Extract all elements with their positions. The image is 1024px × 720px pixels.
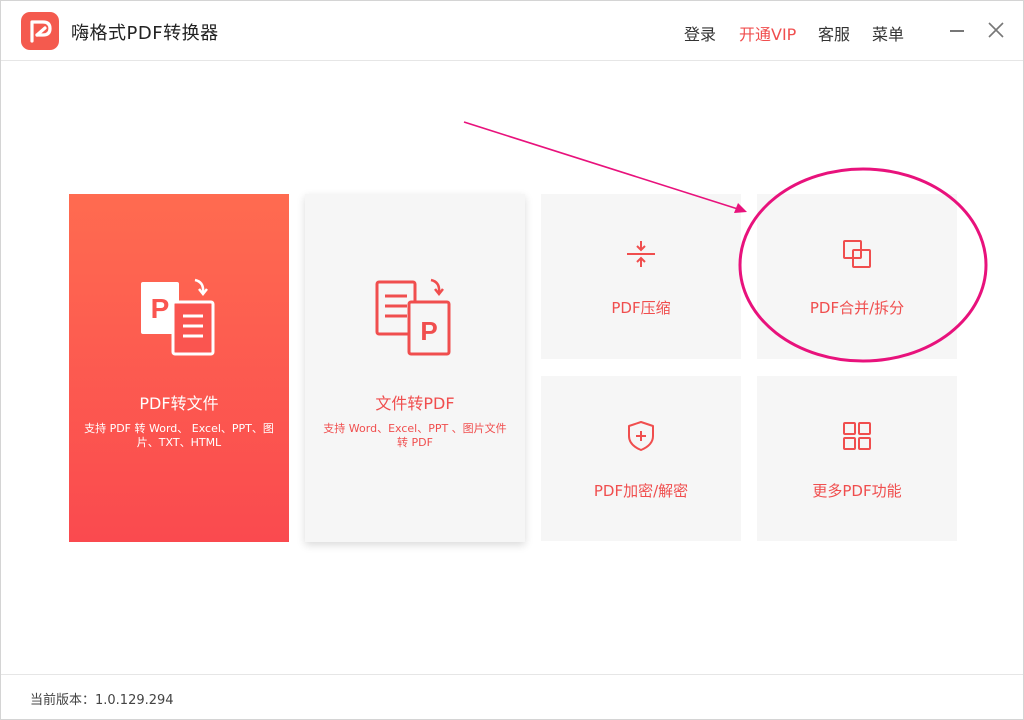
pdf-to-file-icon: P (137, 278, 221, 366)
compress-icon (625, 238, 657, 274)
menu-link[interactable]: 菜单 (872, 21, 904, 45)
pdf-to-file-card[interactable]: P PDF转文件 支持 PDF 转 Word、 Excel、PPT、图片、TXT… (69, 194, 289, 542)
file-to-pdf-icon: P (373, 278, 457, 366)
more-pdf-functions-card[interactable]: 更多PDF功能 (757, 376, 957, 541)
file-to-pdf-title: 文件转PDF (375, 394, 455, 413)
svg-text:P: P (420, 316, 437, 346)
footer: 当前版本：1.0.129.294 (1, 674, 1023, 720)
pdf-merge-split-card[interactable]: PDF合并/拆分 (757, 194, 957, 359)
minimize-icon[interactable] (950, 30, 964, 32)
pdf-encrypt-card[interactable]: PDF加密/解密 (541, 376, 741, 541)
merge-icon (841, 238, 873, 274)
more-pdf-functions-title: 更多PDF功能 (812, 482, 902, 500)
grid-icon (841, 420, 873, 456)
close-icon[interactable] (985, 19, 1007, 41)
pdf-compress-card[interactable]: PDF压缩 (541, 194, 741, 359)
app-title: 嗨格式PDF转换器 (71, 23, 219, 44)
svg-text:P: P (151, 293, 170, 324)
app-window: 嗨格式PDF转换器 登录 开通VIP 客服 菜单 P PDF转文件 支持 PDF… (0, 0, 1024, 720)
pdf-merge-split-title: PDF合并/拆分 (809, 299, 905, 317)
pdf-compress-title: PDF压缩 (611, 299, 671, 317)
file-to-pdf-card[interactable]: P 文件转PDF 支持 Word、Excel、PPT 、图片文件转 PDF (305, 194, 525, 542)
vip-link[interactable]: 开通VIP (739, 21, 796, 45)
service-link[interactable]: 客服 (818, 21, 850, 45)
pdf-to-file-title: PDF转文件 (139, 394, 219, 413)
pdf-encrypt-title: PDF加密/解密 (593, 482, 689, 500)
login-link[interactable]: 登录 (684, 21, 716, 45)
pdf-to-file-desc: 支持 PDF 转 Word、 Excel、PPT、图片、TXT、HTML (84, 422, 274, 449)
app-logo-icon (21, 12, 59, 50)
version-label: 当前版本：1.0.129.294 (30, 693, 174, 708)
shield-icon (625, 420, 657, 456)
title-bar: 嗨格式PDF转换器 登录 开通VIP 客服 菜单 (1, 1, 1023, 61)
file-to-pdf-desc: 支持 Word、Excel、PPT 、图片文件转 PDF (323, 422, 507, 449)
